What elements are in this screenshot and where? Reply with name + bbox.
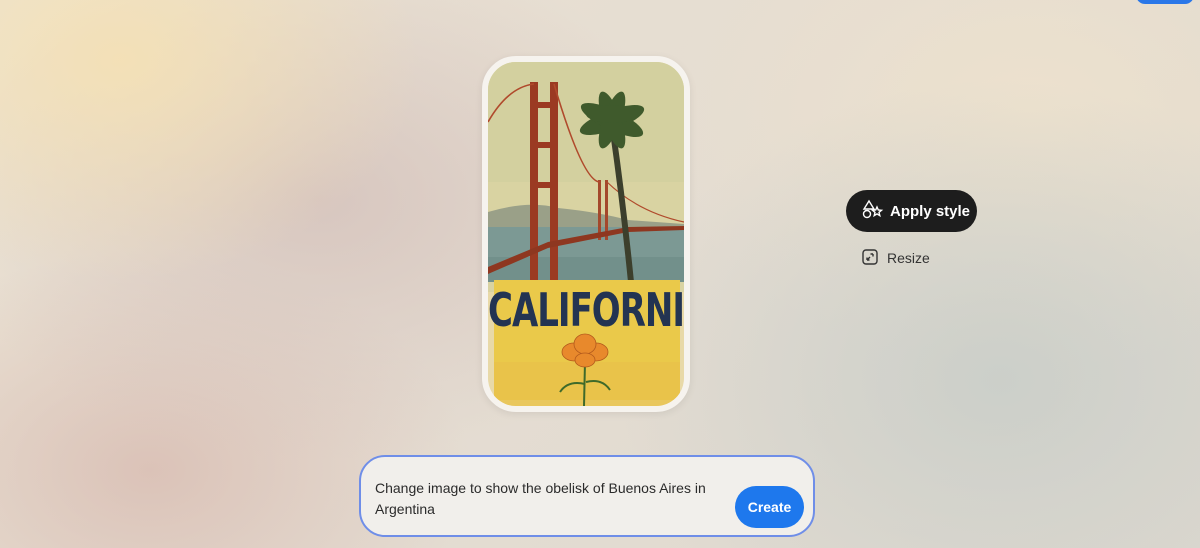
shapes-icon [862,199,884,223]
prompt-box[interactable]: Change image to show the obelisk of Buen… [359,455,815,537]
prompt-input[interactable]: Change image to show the obelisk of Buen… [375,478,715,520]
create-button[interactable]: Create [735,486,804,528]
resize-label: Resize [887,250,930,266]
california-poster-illustration [488,62,684,406]
apply-style-label: Apply style [890,202,971,220]
resize-button[interactable]: Resize [862,247,930,269]
poster-title-text: CALIFORNIA [488,284,690,338]
top-right-button[interactable] [1136,0,1194,4]
apply-style-button[interactable]: Apply style [846,190,977,232]
resize-icon [862,248,878,268]
generated-image[interactable]: CALIFORNIA [482,56,690,412]
